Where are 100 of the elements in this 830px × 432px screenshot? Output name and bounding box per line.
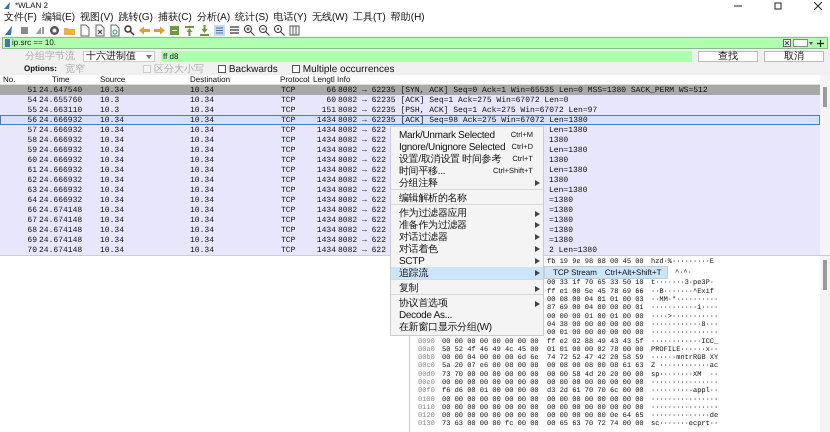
table-cell-text: 56: [26, 116, 38, 124]
table-cell-text: 10.34: [190, 246, 216, 254]
table-cell-text: 24.663110: [39, 106, 84, 114]
table-cell-text: TCP: [281, 156, 296, 164]
table-cell-text: 24.674148: [39, 246, 84, 254]
table-cell-text: TCP: [281, 206, 296, 214]
table-cell-text: 10.34: [190, 176, 216, 184]
table-cell: Len=1380: [549, 186, 588, 194]
options-label: Options:: [24, 63, 57, 75]
table-cell-text: TCP: [281, 196, 296, 204]
table-cell-text: 24.666932: [39, 156, 84, 164]
table-cell-text: 24.666932: [39, 166, 84, 174]
table-cell-text: 1434: [316, 236, 336, 244]
table-cell-text: 24.674148: [39, 236, 84, 244]
table-cell-text: TCP: [281, 236, 296, 244]
table-cell-text: TCP: [281, 176, 296, 184]
table-cell-text: 24.666932: [39, 196, 84, 204]
table-cell-text: 62: [26, 176, 38, 184]
table-cell-text: TCP: [281, 216, 296, 224]
table-cell-text: 10.34: [100, 136, 126, 144]
table-cell-text: 10.34: [190, 116, 216, 124]
table-cell-text: 51: [26, 86, 38, 94]
table-cell-text: 10.34: [190, 226, 216, 234]
table-cell: =1380: [549, 196, 574, 204]
table-cell-text: 57: [26, 126, 38, 134]
table-cell: Len=1380: [549, 126, 588, 134]
table-cell-text: TCP: [281, 186, 296, 194]
table-cell-text: 10.34: [100, 206, 126, 214]
table-cell-text: 24.666932: [39, 126, 84, 134]
table-cell-text: 10.34: [100, 196, 126, 204]
table-cell: 8082 → 62235 [ACK] Seq=1 Ack=275 Win=67072 Len=0: [338, 96, 568, 104]
table-cell-text: 54: [26, 96, 38, 104]
table-cell-text: 1434: [316, 116, 336, 124]
table-cell: 8082 → 622: [338, 136, 386, 144]
table-cell-text: 24.666932: [39, 136, 84, 144]
table-cell-text: 1434: [316, 216, 336, 224]
table-cell: 8082 → 622: [338, 206, 386, 214]
table-cell: 1380: [549, 136, 568, 144]
table-cell-text: 55: [26, 106, 38, 114]
table-cell-text: 10.34: [100, 86, 126, 94]
table-cell-text: TCP: [281, 106, 296, 114]
table-cell-text: 10.34: [190, 186, 216, 194]
table-cell: 2 Len=1380: [549, 246, 598, 254]
checkbox-label: Backwards: [228, 64, 278, 74]
table-cell-text: 1434: [316, 196, 336, 204]
table-cell-text: 60: [325, 96, 336, 104]
table-cell-text: 10.34: [190, 106, 216, 114]
table-cell-text: 59: [26, 146, 38, 154]
table-cell: 8082 → 62235 [SYN, ACK] Seq=0 Ack=1 Win=65535 Len=0 MSS=1380 SACK_PERM WS=512: [338, 86, 708, 94]
table-cell-text: 10.34: [190, 196, 216, 204]
table-cell: 8082 → 622: [338, 176, 386, 184]
table-cell: 8082 → 622: [338, 146, 386, 154]
table-cell-text: 10.34: [190, 86, 216, 94]
table-cell-text: 24.666932: [39, 146, 84, 154]
table-cell-text: 1434: [316, 186, 336, 194]
checkbox-label: 区分大小写: [154, 64, 204, 74]
table-cell: Len=1380: [549, 166, 588, 174]
table-cell: 8082 → 622: [338, 126, 386, 134]
table-cell-text: 10.34: [190, 136, 216, 144]
table-cell-text: 10.34: [190, 216, 216, 224]
table-cell: =1380: [549, 236, 574, 244]
table-cell-text: 10.34: [100, 126, 126, 134]
table-cell: 8082 → 622: [338, 236, 386, 244]
window-title: *WLAN 2: [15, 0, 48, 10]
table-cell-text: 10.34: [190, 156, 216, 164]
table-cell-text: 10.34: [190, 236, 216, 244]
table-cell-text: 10.34: [100, 116, 126, 124]
table-cell-text: 1434: [316, 156, 336, 164]
table-cell-text: 24.674148: [39, 226, 84, 234]
table-cell-text: 64: [26, 196, 38, 204]
table-cell-text: 1434: [316, 246, 336, 254]
table-cell-text: 10.34: [100, 166, 126, 174]
table-cell-text: TCP: [281, 96, 296, 104]
table-cell: 8082 → 622: [338, 246, 386, 254]
table-cell-text: 10.34: [100, 216, 126, 224]
table-cell-text: 1434: [316, 136, 336, 144]
table-cell-text: 68: [26, 226, 38, 234]
table-cell-text: 24.655760: [39, 96, 84, 104]
table-cell-text: TCP: [281, 86, 296, 94]
table-cell-text: 1434: [316, 226, 336, 234]
table-cell-text: 10.34: [100, 156, 126, 164]
table-cell-text: 10.34: [100, 226, 126, 234]
table-cell-text: 24.674148: [39, 206, 84, 214]
table-cell-text: 10.3: [100, 106, 120, 114]
table-cell-text: 10.34: [100, 176, 126, 184]
table-cell: 8082 → 622: [338, 166, 386, 174]
checkbox-label: Multiple occurrences: [302, 64, 395, 74]
table-cell-text: 10.34: [100, 246, 126, 254]
table-cell: 1380: [549, 176, 568, 184]
table-cell: 8082 → 62235 [ACK] Seq=98 Ack=275 Win=67072 Len=1380: [338, 116, 588, 124]
table-cell-text: 10.34: [100, 236, 126, 244]
table-cell: 8082 → 62235 [PSH, ACK] Seq=1 Ack=275 Win=67072 Len=97: [338, 106, 598, 114]
table-cell: 1380: [549, 156, 568, 164]
table-cell-text: TCP: [281, 166, 296, 174]
table-cell-text: 63: [26, 186, 38, 194]
table-cell-text: TCP: [281, 246, 296, 254]
table-cell-text: 24.666932: [39, 186, 84, 194]
table-cell-text: TCP: [281, 226, 296, 234]
table-cell: =1380: [549, 216, 574, 224]
table-cell-text: TCP: [281, 116, 296, 124]
